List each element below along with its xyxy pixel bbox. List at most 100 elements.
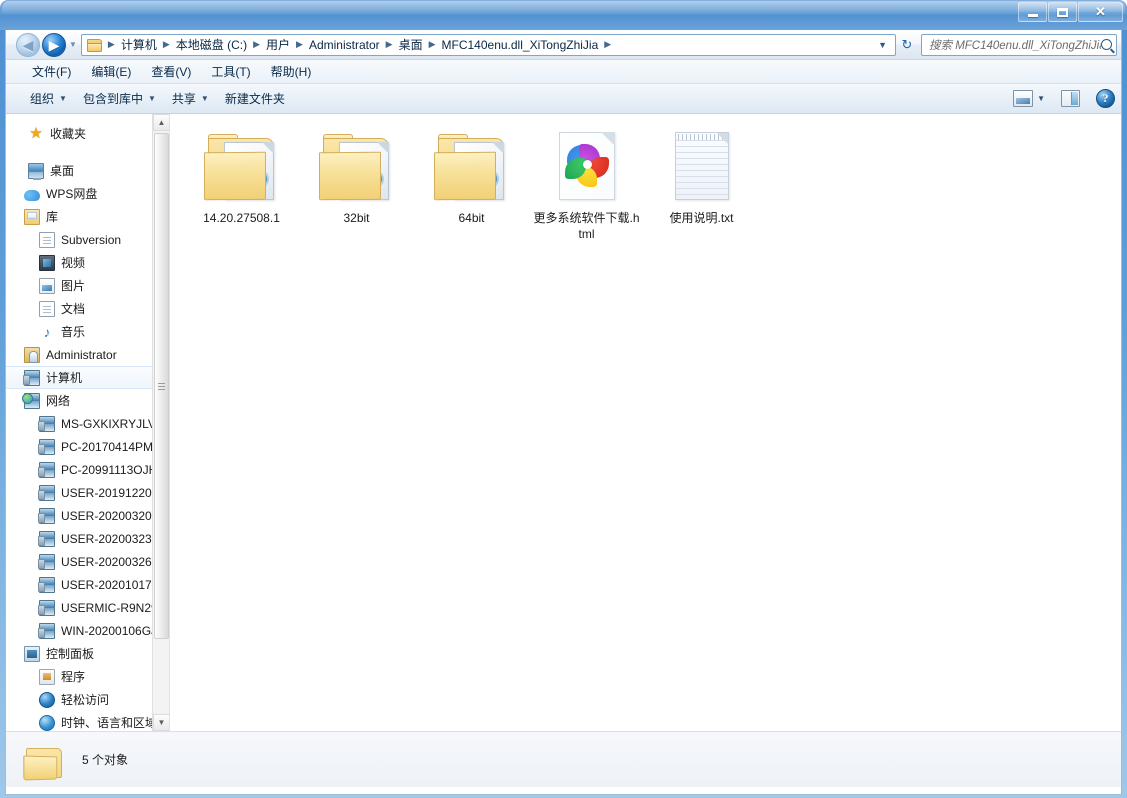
breadcrumb-separator[interactable]: ▶ <box>382 39 397 50</box>
organize-label: 组织 <box>30 92 55 106</box>
breadcrumb-item-administrator[interactable]: Administrator <box>307 37 382 53</box>
explorer-window: ✕ ◀ ▶ ▼ ▶ 计算机 ▶ 本地磁盘 (C:) ▶ 用户 ▶ Adminis… <box>0 0 1127 798</box>
control-panel-icon <box>24 645 40 662</box>
breadcrumb-separator[interactable]: ▶ <box>425 39 440 50</box>
computer-icon <box>38 599 55 616</box>
sidebar-item-label: 网络 <box>46 394 71 408</box>
chevron-down-icon[interactable]: ▼ <box>1037 94 1045 103</box>
search-icon <box>1101 39 1112 50</box>
back-button[interactable]: ◀ <box>16 32 40 57</box>
sidebar-item-network-computer[interactable]: PC-20170414PMQ <box>6 435 169 458</box>
menu-help[interactable]: 帮助(H) <box>261 60 322 83</box>
scroll-up-button[interactable]: ▲ <box>153 114 169 131</box>
sidebar-item-network-computer[interactable]: WIN-20200106GJQ <box>6 619 169 642</box>
file-grid: 14.20.27508.1 32bit 64bit 更多系统软件下载.html … <box>184 126 1121 242</box>
file-item-txt[interactable]: 使用说明.txt <box>644 126 759 242</box>
sidebar-item-control-panel[interactable]: 控制面板 <box>6 642 169 665</box>
sidebar-item-label: 控制面板 <box>46 647 95 661</box>
file-list-pane[interactable]: 14.20.27508.1 32bit 64bit 更多系统软件下载.html … <box>170 114 1121 731</box>
include-in-library-button[interactable]: 包含到库中 ▼ <box>75 86 164 111</box>
maximize-button[interactable] <box>1048 2 1077 22</box>
change-view-icon[interactable] <box>1013 90 1034 107</box>
close-button[interactable]: ✕ <box>1078 2 1123 22</box>
menu-view[interactable]: 查看(V) <box>141 60 201 83</box>
breadcrumb-separator[interactable]: ▶ <box>104 39 119 50</box>
forward-button[interactable]: ▶ <box>42 32 66 57</box>
sidebar-item-computer[interactable]: 计算机 <box>6 366 169 389</box>
sidebar-item-libraries[interactable]: 库 <box>6 205 169 228</box>
new-folder-label: 新建文件夹 <box>224 92 285 106</box>
sidebar-scrollbar[interactable]: ▲ ▼ <box>152 114 169 731</box>
sidebar-item-network-computer[interactable]: MS-GXKIXRYJLVM <box>6 412 169 435</box>
file-item-folder[interactable]: 32bit <box>299 126 414 242</box>
sidebar-item-wps-cloud[interactable]: WPS网盘 <box>6 182 169 205</box>
sidebar-item-programs[interactable]: 程序 <box>6 665 169 688</box>
scroll-down-button[interactable]: ▼ <box>153 714 169 731</box>
breadcrumb[interactable]: ▶ 计算机 ▶ 本地磁盘 (C:) ▶ 用户 ▶ Administrator ▶… <box>80 33 896 56</box>
window-client-area: ◀ ▶ ▼ ▶ 计算机 ▶ 本地磁盘 (C:) ▶ 用户 ▶ Administr… <box>5 30 1122 795</box>
file-item-html[interactable]: 更多系统软件下载.html <box>529 126 644 242</box>
breadcrumb-separator[interactable]: ▶ <box>292 39 307 50</box>
file-item-folder[interactable]: 64bit <box>414 126 529 242</box>
sidebar-item-label: 库 <box>46 210 59 224</box>
chevron-down-icon: ▼ <box>200 94 209 103</box>
sidebar-item-administrator[interactable]: Administrator <box>6 343 169 366</box>
history-dropdown-icon[interactable]: ▼ <box>69 40 77 49</box>
sidebar-item-network[interactable]: 网络 <box>6 389 169 412</box>
sidebar-item-videos[interactable]: 视频 <box>6 251 169 274</box>
sidebar-item-ease-of-access[interactable]: 轻松访问 <box>6 688 169 711</box>
menu-tools[interactable]: 工具(T) <box>201 60 260 83</box>
sidebar-item-documents[interactable]: 文档 <box>6 297 169 320</box>
thumb-grip-icon <box>158 382 165 390</box>
computer-icon <box>38 415 55 432</box>
title-bar[interactable]: ✕ <box>0 0 1127 30</box>
computer-icon <box>38 484 55 501</box>
breadcrumb-item-desktop[interactable]: 桌面 <box>397 35 425 54</box>
navigation-pane[interactable]: ★ 收藏夹 桌面 WPS网盘 库 Subversion 视频 图片 文档 ♪ 音… <box>6 114 170 731</box>
command-toolbar: 组织 ▼ 包含到库中 ▼ 共享 ▼ 新建文件夹 ▼ ? <box>6 84 1121 114</box>
sidebar-item-favorites[interactable]: ★ 收藏夹 <box>6 122 169 145</box>
help-icon[interactable]: ? <box>1096 89 1115 108</box>
new-folder-button[interactable]: 新建文件夹 <box>217 86 293 111</box>
organize-button[interactable]: 组织 ▼ <box>22 86 75 111</box>
sidebar-item-network-computer[interactable]: USER-20200323YR <box>6 527 169 550</box>
breadcrumb-item-local-disk[interactable]: 本地磁盘 (C:) <box>174 35 249 54</box>
preview-pane-icon[interactable] <box>1061 90 1080 107</box>
sidebar-item-music[interactable]: ♪ 音乐 <box>6 320 169 343</box>
file-name-label: 更多系统软件下载.html <box>533 211 640 241</box>
sidebar-item-network-computer[interactable]: USER-20200326VC <box>6 550 169 573</box>
sidebar-item-label: Subversion <box>61 232 122 247</box>
chevron-down-icon[interactable]: ▼ <box>874 40 893 50</box>
sidebar-item-label: PC-20170414PMQ <box>61 439 163 454</box>
menu-edit[interactable]: 编辑(E) <box>81 60 141 83</box>
refresh-button[interactable]: ↻ <box>897 34 917 56</box>
library-icon <box>24 208 40 225</box>
sidebar-item-label: 音乐 <box>61 325 86 339</box>
folder-icon <box>23 744 66 781</box>
breadcrumb-item-computer[interactable]: 计算机 <box>119 35 159 54</box>
breadcrumb-separator[interactable]: ▶ <box>249 39 264 50</box>
sidebar-item-network-computer[interactable]: USERMIC-R9N29S <box>6 596 169 619</box>
sidebar-item-network-computer[interactable]: PC-20991113OJHF <box>6 458 169 481</box>
scrollbar-thumb[interactable] <box>154 133 169 639</box>
sidebar-item-network-computer[interactable]: USER-20200320WB <box>6 504 169 527</box>
computer-icon <box>38 438 55 455</box>
file-item-folder[interactable]: 14.20.27508.1 <box>184 126 299 242</box>
sidebar-item-clock-language-region[interactable]: 时钟、语言和区域 <box>6 711 169 731</box>
minimize-button[interactable] <box>1018 2 1047 22</box>
search-input[interactable]: 搜索 MFC140enu.dll_XiTongZhiJia <box>921 33 1117 56</box>
sidebar-item-network-computer[interactable]: USER-20201017KL <box>6 573 169 596</box>
share-button[interactable]: 共享 ▼ <box>164 86 217 111</box>
sidebar-item-pictures[interactable]: 图片 <box>6 274 169 297</box>
cloud-icon <box>24 189 40 201</box>
computer-icon <box>38 507 55 524</box>
breadcrumb-separator[interactable]: ▶ <box>159 39 174 50</box>
sidebar-item-network-computer[interactable]: USER-20191220NK <box>6 481 169 504</box>
item-count-label: 5 个对象 <box>82 753 129 767</box>
breadcrumb-item-current-folder[interactable]: MFC140enu.dll_XiTongZhiJia <box>440 37 601 53</box>
sidebar-item-desktop[interactable]: 桌面 <box>6 159 169 182</box>
menu-file[interactable]: 文件(F) <box>22 60 81 83</box>
breadcrumb-item-users[interactable]: 用户 <box>264 35 292 54</box>
breadcrumb-separator[interactable]: ▶ <box>600 39 615 50</box>
sidebar-item-subversion[interactable]: Subversion <box>6 228 169 251</box>
